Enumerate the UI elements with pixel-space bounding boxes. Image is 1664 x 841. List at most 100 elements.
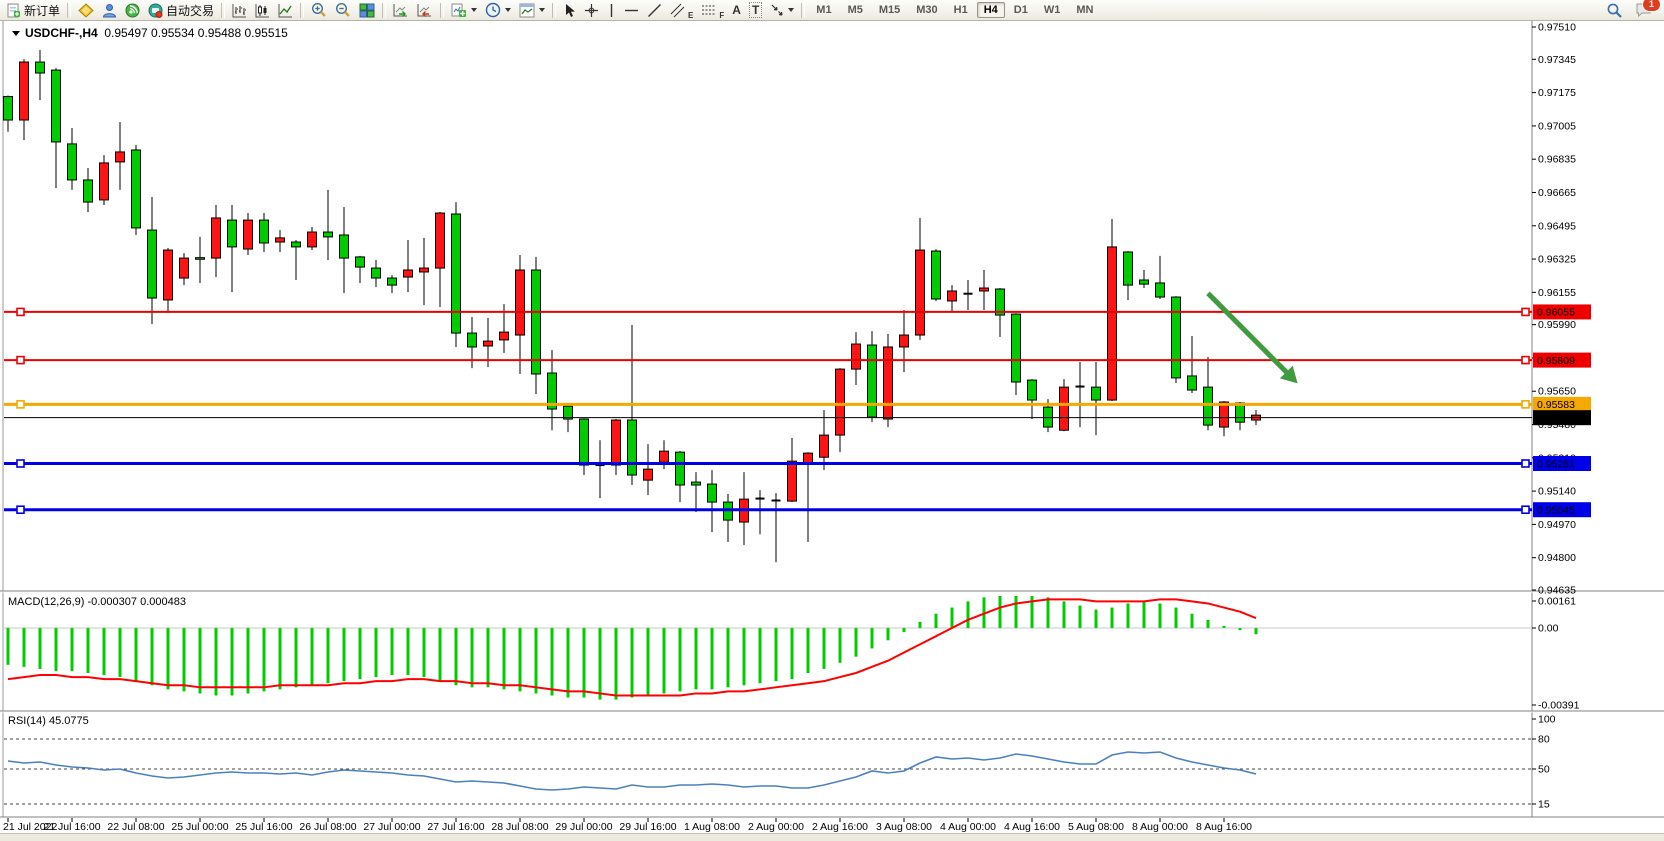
candle xyxy=(356,256,365,283)
time-axis-label: 8 Aug 16:00 xyxy=(1196,821,1252,833)
macd-panel[interactable]: 0.001610.00-0.00391 xyxy=(4,596,1580,712)
time-axis-label: 4 Aug 00:00 xyxy=(940,821,996,833)
candle xyxy=(260,213,269,252)
zoom-in-button[interactable] xyxy=(307,0,331,21)
label-tool-button[interactable]: T xyxy=(745,0,766,21)
channel-icon xyxy=(670,3,685,18)
horizontal-line-tool-button[interactable] xyxy=(620,0,643,21)
resistance-line-1[interactable]: 0.96055 xyxy=(4,304,1591,319)
chart-canvas[interactable]: 0.975100.973450.971750.970050.968350.966… xyxy=(0,21,1664,833)
time-axis-label: 22 Jul 08:00 xyxy=(107,821,164,833)
candle xyxy=(1092,362,1101,435)
price-axis-label: 0.97175 xyxy=(1538,87,1576,99)
candle xyxy=(388,275,397,293)
candle xyxy=(564,405,573,432)
candle xyxy=(116,122,125,190)
cursor-tool-button[interactable] xyxy=(559,0,580,21)
indicators-button[interactable] xyxy=(447,0,481,21)
bar-chart-icon xyxy=(232,3,247,18)
timeframe-D1[interactable]: D1 xyxy=(1007,2,1035,18)
candle xyxy=(1012,313,1021,395)
candlestick-chart-icon xyxy=(255,3,270,18)
autotrade-label: 自动交易 xyxy=(166,2,214,19)
notifications-button[interactable]: 1 xyxy=(1631,0,1656,21)
notification-badge: 1 xyxy=(1642,0,1661,12)
templates-caret-icon xyxy=(539,8,545,12)
pivot-line[interactable]: 0.95583 xyxy=(4,397,1591,412)
toolbar-separator xyxy=(67,3,71,18)
candle xyxy=(916,218,925,340)
search-button[interactable] xyxy=(1602,0,1627,21)
resistance-line-2[interactable]: 0.95809 xyxy=(4,353,1591,368)
trend-arrow-annotation[interactable] xyxy=(1208,293,1298,383)
timeframe-MN[interactable]: MN xyxy=(1069,2,1100,18)
support-line-2[interactable]: 0.95045 xyxy=(4,502,1591,517)
crosshair-tool-button[interactable] xyxy=(580,0,603,21)
candle xyxy=(548,350,557,430)
support-line-1[interactable]: 0.95281 xyxy=(4,456,1591,471)
timeframe-M30[interactable]: M30 xyxy=(909,2,944,18)
candle xyxy=(516,255,525,374)
quotes-button[interactable] xyxy=(74,0,98,21)
candle xyxy=(1188,336,1197,393)
rsi-panel[interactable]: 100805015 xyxy=(4,714,1556,811)
candle xyxy=(292,240,301,280)
chart-symbol-period: USDCHF-,H4 xyxy=(25,26,98,40)
candle xyxy=(372,260,381,287)
candle xyxy=(340,207,349,293)
candlestick-chart-button[interactable] xyxy=(251,0,274,21)
timeframe-M15[interactable]: M15 xyxy=(872,2,907,18)
candle xyxy=(836,368,845,452)
market-button[interactable] xyxy=(98,0,121,21)
candle xyxy=(1220,401,1229,436)
candle xyxy=(228,205,237,292)
line-chart-button[interactable] xyxy=(274,0,297,21)
chart-shift-icon xyxy=(417,3,433,18)
toolbar-separator xyxy=(801,3,805,18)
rsi-axis-label: 15 xyxy=(1538,799,1550,811)
time-axis-label: 27 Jul 16:00 xyxy=(427,821,484,833)
candle xyxy=(852,332,861,385)
candle xyxy=(212,205,221,277)
tile-windows-button[interactable] xyxy=(355,0,379,21)
chart-window[interactable]: 0.975100.973450.971750.970050.968350.966… xyxy=(0,21,1664,833)
channel-tool-button[interactable]: E xyxy=(666,0,697,21)
template-icon xyxy=(519,3,535,18)
arrows-tool-button[interactable] xyxy=(766,0,798,21)
fibonacci-tool-button[interactable]: F xyxy=(697,0,728,21)
chart-collapse-icon[interactable] xyxy=(12,31,20,36)
text-tool-button[interactable]: A xyxy=(728,0,745,21)
vertical-line-tool-button[interactable] xyxy=(603,0,620,21)
timeframe-M1[interactable]: M1 xyxy=(809,2,838,18)
candle xyxy=(132,145,141,235)
timeframe-H4[interactable]: H4 xyxy=(977,2,1005,18)
auto-scroll-button[interactable] xyxy=(389,0,413,21)
autotrade-button[interactable]: 自动交易 xyxy=(144,0,218,21)
zoom-out-button[interactable] xyxy=(331,0,355,21)
candle xyxy=(964,280,973,310)
trendline-tool-button[interactable] xyxy=(643,0,666,21)
candle xyxy=(612,419,621,475)
templates-button[interactable] xyxy=(515,0,549,21)
time-axis-label: 2 Aug 00:00 xyxy=(748,821,804,833)
main-toolbar: 新订单 自动交易 xyxy=(0,0,1664,21)
candle xyxy=(724,494,733,542)
new-order-label: 新订单 xyxy=(24,2,60,19)
candle xyxy=(1204,357,1213,430)
candle xyxy=(900,310,909,372)
bar-chart-button[interactable] xyxy=(228,0,251,21)
timeframe-W1[interactable]: W1 xyxy=(1037,2,1068,18)
signals-button[interactable] xyxy=(121,0,144,21)
timeframe-H1[interactable]: H1 xyxy=(947,2,975,18)
periods-button[interactable] xyxy=(481,0,515,21)
time-axis[interactable]: 21 Jul 202221 Jul 16:0022 Jul 08:0025 Ju… xyxy=(3,818,1252,833)
candle xyxy=(404,240,413,292)
candle xyxy=(676,451,685,502)
chart-shift-button[interactable] xyxy=(413,0,437,21)
timeframe-M5[interactable]: M5 xyxy=(841,2,870,18)
candle xyxy=(580,418,589,475)
toolbar-separator xyxy=(221,3,225,18)
new-order-button[interactable]: 新订单 xyxy=(2,0,64,21)
candle xyxy=(884,334,893,427)
current-price-line[interactable]: 0.95515 xyxy=(4,410,1591,425)
